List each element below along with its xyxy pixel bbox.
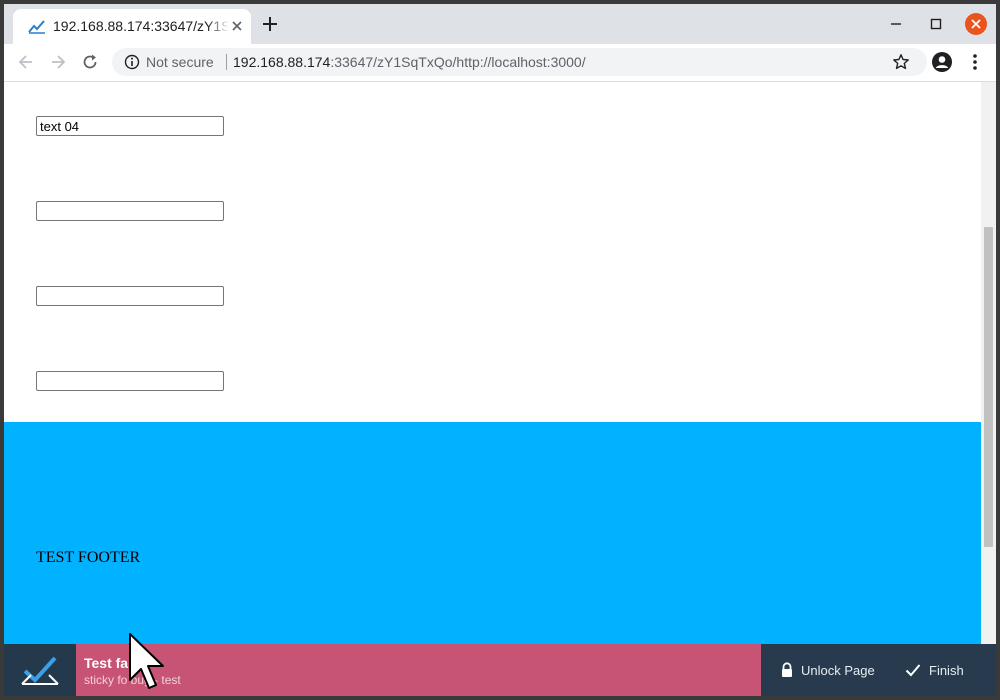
- testcafe-logo-icon: [21, 656, 59, 685]
- unlock-label: Unlock Page: [801, 663, 875, 678]
- window-close-button[interactable]: [965, 13, 987, 35]
- testcafe-logo: [4, 644, 76, 696]
- browser-tab[interactable]: 192.168.88.174:33647/zY1SqTxQo/http://lo…: [13, 9, 251, 44]
- lock-icon: [782, 662, 792, 677]
- text-input-1[interactable]: [36, 116, 224, 136]
- address-separator: [226, 54, 227, 70]
- page-footer: TEST FOOTER: [4, 422, 981, 644]
- security-label: Not secure: [146, 54, 214, 70]
- browser-window: 192.168.88.174:33647/zY1SqTxQo/http://lo…: [4, 4, 996, 696]
- unlock-page-button[interactable]: Unlock Page: [761, 644, 886, 696]
- footer-text: TEST FOOTER: [36, 549, 141, 566]
- page-viewport: TEST FOOTER: [4, 82, 981, 644]
- tab-strip: 192.168.88.174:33647/zY1SqTxQo/http://lo…: [4, 4, 996, 44]
- close-icon: [971, 19, 981, 29]
- text-input-2[interactable]: [36, 201, 224, 221]
- finish-button[interactable]: Finish: [886, 644, 996, 696]
- url-host: 192.168.88.174: [233, 54, 331, 70]
- new-tab-icon[interactable]: [262, 16, 278, 32]
- forward-icon[interactable]: [48, 52, 68, 72]
- close-icon[interactable]: [230, 19, 244, 33]
- star-icon[interactable]: [892, 53, 910, 71]
- check-icon: [905, 664, 921, 677]
- scrollbar-thumb[interactable]: [984, 227, 993, 547]
- mouse-cursor-icon: [129, 633, 164, 689]
- browser-toolbar: Not secure 192.168.88.174:33647/zY1SqTxQ…: [4, 44, 996, 82]
- testcafe-logo-icon: [28, 20, 45, 34]
- reload-icon[interactable]: [80, 52, 100, 72]
- kebab-menu-icon[interactable]: [966, 52, 984, 72]
- maximize-icon[interactable]: [926, 14, 946, 34]
- address-bar[interactable]: Not secure 192.168.88.174:33647/zY1SqTxQ…: [112, 48, 927, 76]
- url-text[interactable]: 192.168.88.174:33647/zY1SqTxQo/http://lo…: [233, 54, 586, 70]
- back-icon[interactable]: [16, 52, 36, 72]
- url-path: :33647/zY1SqTxQo/http://localhost:3000/: [330, 54, 586, 70]
- text-input-4[interactable]: [36, 371, 224, 391]
- tab-title: 192.168.88.174:33647/zY1SqTxQo/http://lo…: [53, 18, 229, 34]
- info-icon[interactable]: [124, 54, 140, 70]
- finish-label: Finish: [929, 663, 964, 678]
- vertical-scrollbar[interactable]: [981, 82, 996, 644]
- test-info-panel: Test fai sticky fo bug - test: [76, 644, 761, 696]
- text-input-3[interactable]: [36, 286, 224, 306]
- profile-icon[interactable]: [931, 51, 953, 73]
- test-name: Test fai: [84, 655, 132, 671]
- minimize-icon[interactable]: [886, 14, 906, 34]
